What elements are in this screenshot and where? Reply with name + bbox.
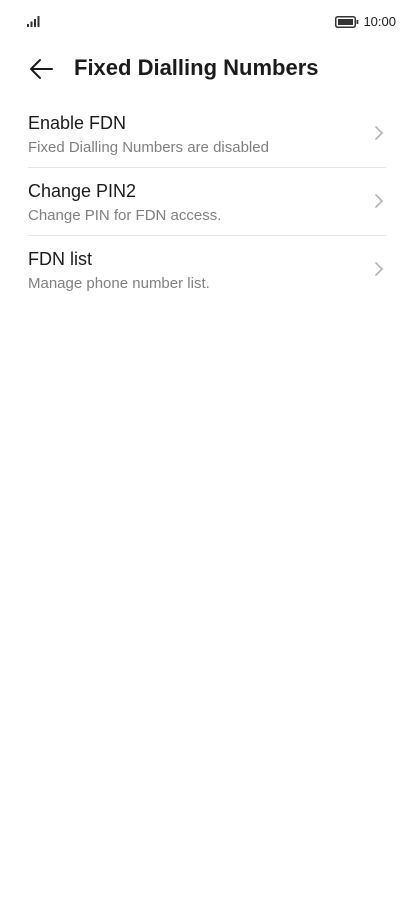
item-title: FDN list [28, 249, 92, 269]
arrow-left-icon [30, 59, 53, 79]
signal-icon [27, 16, 40, 27]
status-time: 10:00 [363, 14, 396, 29]
item-subtitle: Manage phone number list. [28, 275, 210, 292]
item-title: Enable FDN [28, 113, 127, 133]
chevron-right-icon [375, 126, 383, 140]
battery-icon [335, 16, 359, 28]
page-title: Fixed Dialling Numbers [74, 55, 319, 80]
item-subtitle: Change PIN for FDN access. [28, 207, 222, 224]
back-button[interactable] [24, 52, 58, 86]
chevron-right-icon [375, 194, 383, 208]
status-bar: 10:00 [0, 0, 414, 44]
item-title: Change PIN2 [28, 181, 137, 201]
item-subtitle: Fixed Dialling Numbers are disabled [28, 139, 269, 156]
status-right: 10:00 [335, 14, 396, 30]
app-header: Fixed Dialling Numbers [0, 46, 414, 90]
list-item-fdn-list[interactable]: FDN list Manage phone number list. [0, 236, 414, 304]
list-item-change-pin2[interactable]: Change PIN2 Change PIN for FDN access. [0, 168, 414, 236]
list-item-enable-fdn[interactable]: Enable FDN Fixed Dialling Numbers are di… [0, 100, 414, 168]
settings-list: Enable FDN Fixed Dialling Numbers are di… [0, 100, 414, 304]
chevron-right-icon [375, 262, 383, 276]
